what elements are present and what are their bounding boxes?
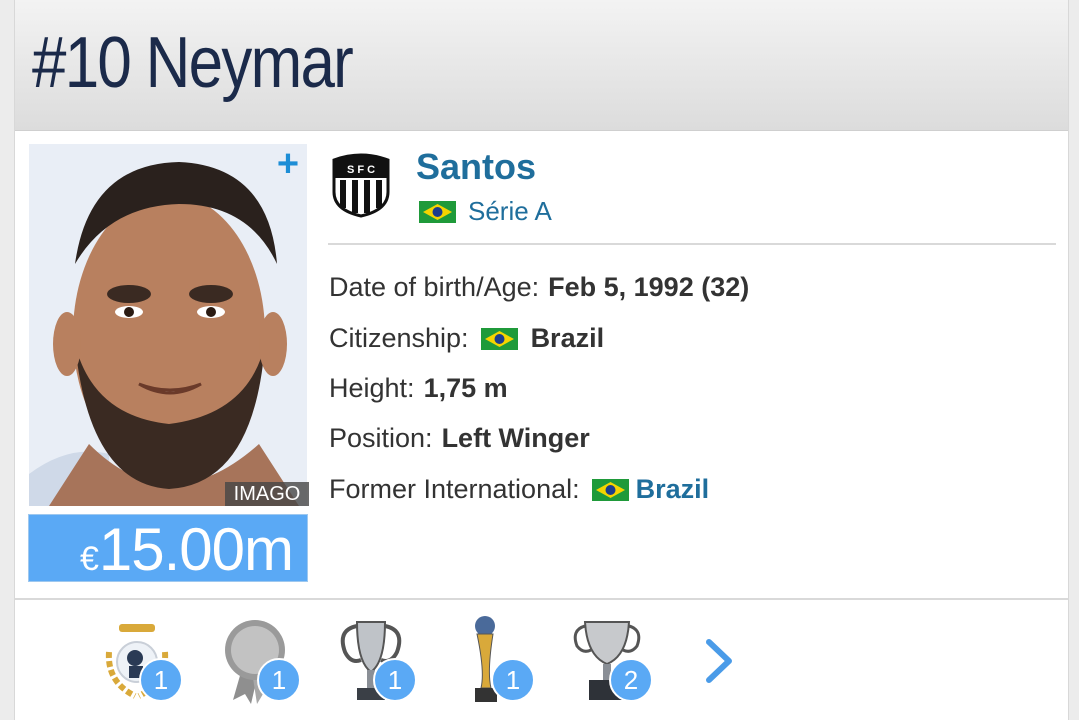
- santos-club-logo-icon[interactable]: S F C: [328, 152, 394, 218]
- market-value-badge[interactable]: €15.00m: [28, 514, 308, 583]
- trophy-laurel-award[interactable]: 1: [99, 612, 183, 708]
- next-trophies-chevron-icon[interactable]: [699, 636, 739, 686]
- league-name: Série A: [468, 196, 552, 226]
- brazil-flag-icon: [591, 478, 629, 501]
- trophy-count-badge: 1: [491, 658, 535, 702]
- player-card: #10 Neymar + IMAGO €15.00m S F C Santos …: [14, 0, 1069, 720]
- trophy-count-badge: 2: [609, 658, 653, 702]
- brazil-flag-icon: [480, 327, 518, 350]
- height-label: Height:: [329, 373, 415, 403]
- svg-text:S F C: S F C: [347, 164, 375, 176]
- trophy-club-world-cup[interactable]: 1: [451, 612, 535, 708]
- section-divider: [328, 243, 1056, 245]
- info-row-dob: Date of birth/Age: Feb 5, 1992 (32): [329, 272, 749, 303]
- photo-credit: IMAGO: [225, 482, 309, 506]
- height-value: 1,75 m: [423, 373, 508, 403]
- league-link[interactable]: Série A: [419, 196, 552, 227]
- former-international-label: Former International:: [329, 474, 580, 504]
- player-header: #10 Neymar: [15, 0, 1068, 131]
- position-label: Position:: [329, 423, 433, 453]
- trophy-medal[interactable]: 1: [217, 612, 301, 708]
- info-row-height: Height: 1,75 m: [329, 373, 508, 404]
- club-name-link[interactable]: Santos: [416, 146, 536, 188]
- player-portrait-image: [29, 144, 307, 506]
- trophy-count-badge: 1: [373, 658, 417, 702]
- info-row-citizenship: Citizenship: Brazil: [329, 323, 604, 354]
- info-row-position: Position: Left Winger: [329, 423, 590, 454]
- trophy-champions-league[interactable]: 1: [333, 612, 417, 708]
- brazil-flag-icon: [419, 200, 456, 223]
- trophy-cup[interactable]: 2: [569, 612, 653, 708]
- citizenship-label: Citizenship:: [329, 323, 469, 353]
- info-row-former-international: Former International: Brazil: [329, 474, 709, 505]
- market-value-currency: €: [79, 540, 99, 578]
- section-divider: [15, 598, 1068, 600]
- page-title: #10 Neymar: [32, 23, 354, 103]
- market-value-amount: 15.00m: [98, 516, 294, 583]
- add-to-watchlist-button[interactable]: +: [273, 145, 303, 183]
- national-team-link[interactable]: Brazil: [636, 474, 710, 505]
- dob-value: Feb 5, 1992 (32): [548, 272, 750, 302]
- dob-label: Date of birth/Age:: [329, 272, 540, 302]
- position-value: Left Winger: [441, 423, 590, 453]
- player-photo[interactable]: [29, 144, 307, 506]
- trophy-count-badge: 1: [139, 658, 183, 702]
- trophy-count-badge: 1: [257, 658, 301, 702]
- citizenship-value: Brazil: [530, 323, 605, 353]
